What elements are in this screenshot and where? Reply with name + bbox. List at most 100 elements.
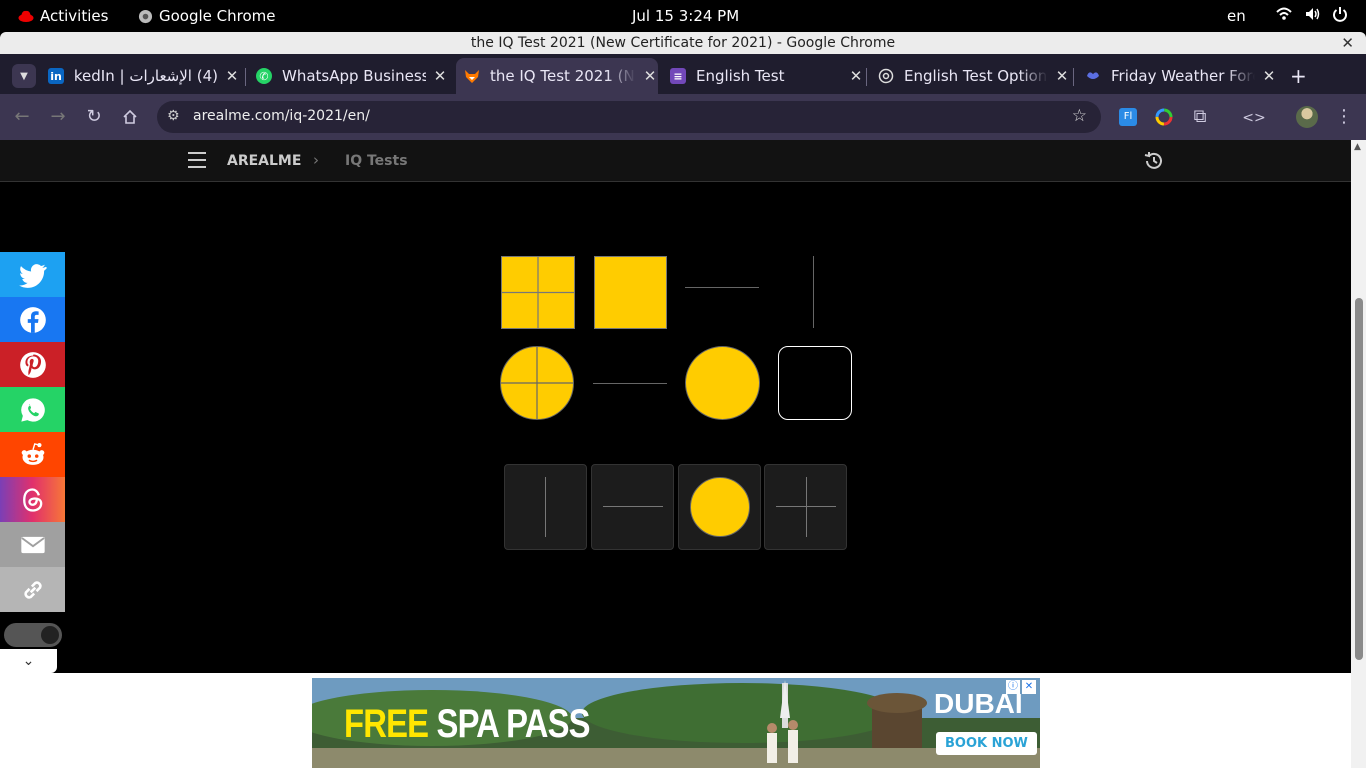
puzzle-cell-vertical-line	[813, 256, 814, 328]
scrollbar-thumb[interactable]	[1355, 298, 1363, 660]
share-pinterest-button[interactable]	[0, 342, 65, 387]
activities-label: Activities	[40, 7, 109, 25]
home-button[interactable]	[118, 105, 142, 129]
tab-search-button[interactable]: ▼	[4, 58, 36, 94]
bookmark-star-icon[interactable]: ☆	[1072, 106, 1087, 126]
tab-label: the IQ Test 2021 (New Certificate for 20…	[490, 67, 636, 85]
breadcrumb[interactable]: IQ Tests	[345, 153, 408, 169]
whatsapp-icon	[20, 397, 45, 422]
ad-headline: FREE SPA PASS	[344, 702, 591, 747]
ad-choices[interactable]: ⓘ ✕	[1006, 680, 1036, 694]
tab-separator	[866, 68, 867, 86]
tab-whatsapp-business[interactable]: ✆ WhatsApp Business ✕	[248, 58, 448, 94]
tab-linkedin[interactable]: in (4) الإشعارات | LinkedIn ✕	[40, 58, 240, 94]
tab-close-icon[interactable]: ✕	[1261, 67, 1277, 85]
reload-button[interactable]: ↻	[82, 105, 106, 129]
site-brand[interactable]: AREALME	[227, 153, 301, 169]
language-indicator[interactable]: en	[1227, 7, 1246, 25]
extensions-button[interactable]: ⧉	[1188, 105, 1212, 129]
browser-toolbar: ← → ↻ ⚙ arealme.com/iq-2021/en/ ☆ Fl ⧉ <…	[0, 94, 1366, 140]
share-collapse-button[interactable]: ⌄	[0, 649, 57, 673]
volume-icon	[1306, 8, 1320, 20]
whatsapp-icon: ✆	[256, 68, 272, 84]
code-icon: <>	[1242, 110, 1266, 126]
activities-button[interactable]: Activities	[18, 7, 108, 25]
tab-close-icon[interactable]: ✕	[848, 67, 864, 85]
extension-color-button[interactable]	[1152, 105, 1176, 129]
chevron-right-icon: ›	[313, 151, 319, 169]
extension-fi-button[interactable]: Fl	[1116, 105, 1140, 129]
more-vertical-icon: ⋮	[1335, 106, 1353, 127]
answer-option-vertical-line[interactable]	[504, 464, 587, 550]
tab-strip: ▼ in (4) الإشعارات | LinkedIn ✕ ✆ WhatsA…	[0, 54, 1366, 94]
fi-extension-icon: Fl	[1119, 108, 1137, 126]
share-whatsapp-button[interactable]	[0, 387, 65, 432]
color-wheel-icon	[1155, 108, 1173, 126]
puzzle-cell-circle-with-cross	[500, 346, 574, 420]
facebook-icon	[19, 306, 46, 333]
answer-option-circle[interactable]	[678, 464, 761, 550]
share-email-button[interactable]	[0, 522, 65, 567]
app-name: Google Chrome	[159, 7, 276, 25]
tab-english-test-options[interactable]: English Test Options ✕	[870, 58, 1070, 94]
page-scrollbar[interactable]: ▲	[1351, 140, 1366, 768]
moon-icon	[41, 626, 59, 644]
ad-book-now-button[interactable]: BOOK NOW	[936, 732, 1037, 755]
answer-option-horizontal-line[interactable]	[591, 464, 674, 550]
system-top-bar: Activities Google Chrome Jul 15 3:24 PM …	[0, 0, 1366, 32]
chevron-down-icon: ▼	[12, 64, 36, 88]
banner-ad[interactable]: FREE SPA PASS DUBAI BOOK NOW ⓘ ✕	[312, 678, 1040, 768]
clock[interactable]: Jul 15 3:24 PM	[632, 7, 739, 25]
forward-button[interactable]: →	[46, 105, 70, 129]
ad-headline-free: FREE	[344, 702, 429, 746]
home-icon	[123, 109, 137, 124]
share-twitter-button[interactable]	[0, 252, 65, 297]
tab-close-icon[interactable]: ✕	[432, 67, 448, 85]
history-icon[interactable]	[1142, 149, 1166, 173]
chrome-icon	[138, 9, 153, 23]
share-reddit-button[interactable]	[0, 432, 65, 477]
system-tray[interactable]	[1276, 6, 1348, 22]
tab-label: English Test	[696, 67, 785, 85]
profile-button[interactable]	[1295, 105, 1319, 129]
new-tab-button[interactable]: +	[1284, 58, 1314, 94]
ad-info-icon[interactable]: ⓘ	[1006, 680, 1020, 694]
tab-close-icon[interactable]: ✕	[224, 67, 240, 85]
scroll-up-arrow-icon[interactable]: ▲	[1354, 142, 1361, 152]
tab-iq-test[interactable]: the IQ Test 2021 (New Certificate for 20…	[456, 58, 658, 94]
redhat-icon	[18, 10, 34, 22]
site-info-icon[interactable]: ⚙	[167, 108, 180, 124]
share-copy-link-button[interactable]	[0, 567, 65, 612]
window-title: the IQ Test 2021 (New Certificate for 20…	[470, 35, 896, 51]
window-title-bar: the IQ Test 2021 (New Certificate for 20…	[0, 32, 1366, 54]
puzzle-answer-slot	[778, 346, 852, 420]
tab-label: English Test Options	[904, 67, 1048, 85]
chrome-menu-button[interactable]: ⋮	[1332, 105, 1356, 129]
form-icon: ≡	[670, 68, 686, 84]
ad-close-icon[interactable]: ✕	[1022, 680, 1036, 694]
chevron-down-icon: ⌄	[22, 653, 35, 669]
tab-close-icon[interactable]: ✕	[642, 67, 658, 85]
ad-headline-rest: SPA PASS	[436, 702, 591, 746]
share-threads-button[interactable]	[0, 477, 65, 522]
link-icon	[23, 580, 42, 599]
devtools-button[interactable]: <>	[1242, 105, 1266, 129]
tab-english-test[interactable]: ≡ English Test ✕	[662, 58, 864, 94]
pinterest-icon	[19, 351, 46, 378]
tab-separator	[1073, 68, 1074, 86]
tab-label: (4) الإشعارات | LinkedIn	[74, 67, 218, 85]
app-menu[interactable]: Google Chrome	[138, 7, 276, 25]
dark-mode-toggle[interactable]	[4, 623, 62, 647]
answer-option-cross[interactable]	[764, 464, 847, 550]
tab-close-icon[interactable]: ✕	[1054, 67, 1070, 85]
share-facebook-button[interactable]	[0, 297, 65, 342]
address-bar[interactable]: ⚙ arealme.com/iq-2021/en/ ☆	[157, 101, 1101, 133]
window-close-button[interactable]: ✕	[1341, 32, 1354, 54]
web-page: AREALME › IQ Tests ⌄ FREE SPA PASS DUBAI…	[0, 140, 1351, 768]
twitter-icon	[18, 263, 47, 288]
tab-weather[interactable]: Friday Weather Forecast ✕	[1077, 58, 1277, 94]
hamburger-menu-icon[interactable]	[188, 152, 206, 168]
power-icon	[1333, 7, 1347, 22]
back-button[interactable]: ←	[10, 105, 34, 129]
avatar	[1296, 106, 1318, 128]
